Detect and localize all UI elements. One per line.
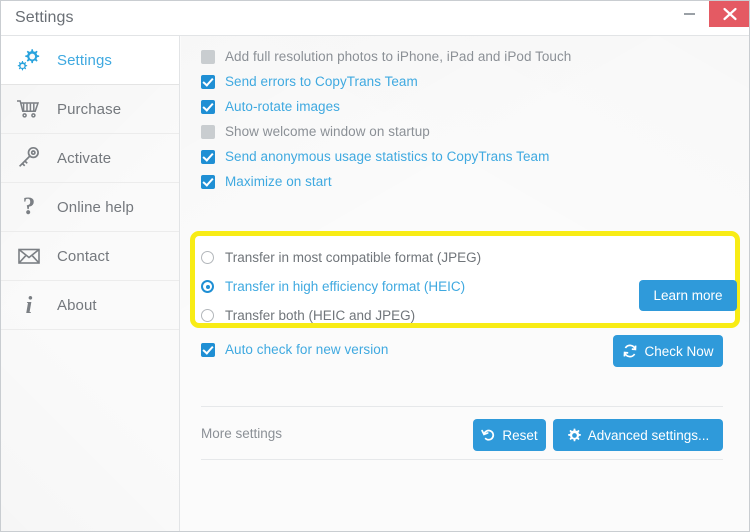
title-bar: Settings <box>1 1 749 36</box>
question-icon: ? <box>1 193 57 221</box>
window-title: Settings <box>15 9 74 26</box>
checkbox-label: Maximize on start <box>225 174 332 189</box>
sidebar-item-label: Settings <box>57 51 112 69</box>
checkbox-label: Auto check for new version <box>225 342 389 357</box>
svg-text:i: i <box>26 293 33 319</box>
sidebar-item-about[interactable]: i About <box>1 281 179 330</box>
checkbox-checked-icon[interactable] <box>201 174 215 189</box>
sidebar-item-label: Online help <box>57 198 134 216</box>
checkbox-row-auto-check[interactable]: Auto check for new version <box>201 342 388 357</box>
checkbox-unchecked-icon[interactable] <box>201 49 215 64</box>
reset-label: Reset <box>502 427 538 443</box>
minimize-icon <box>684 13 695 15</box>
sidebar-item-settings[interactable]: Settings <box>1 36 179 85</box>
close-icon <box>723 7 737 21</box>
gear-icon <box>1 46 57 74</box>
key-icon <box>1 145 57 171</box>
learn-more-button[interactable]: Learn more <box>639 280 737 311</box>
reset-button[interactable]: Reset <box>473 419 546 451</box>
checkbox-row-auto-rotate[interactable]: Auto-rotate images <box>201 94 731 119</box>
cart-icon <box>1 96 57 122</box>
checkbox-row-maximize-on-start[interactable]: Maximize on start <box>201 169 731 194</box>
sidebar-item-contact[interactable]: Contact <box>1 232 179 281</box>
advanced-settings-button[interactable]: Advanced settings... <box>553 419 723 451</box>
sidebar-nav: Settings Purchase Activate ? Online help… <box>1 36 179 330</box>
radio-selected-icon[interactable] <box>201 280 214 293</box>
sidebar-item-label: Contact <box>57 247 110 265</box>
checkbox-label: Send errors to CopyTrans Team <box>225 74 418 89</box>
undo-icon <box>481 429 495 441</box>
close-button[interactable] <box>709 1 749 27</box>
divider-top <box>201 406 723 407</box>
radio-row-jpeg[interactable]: Transfer in most compatible format (JPEG… <box>201 243 631 272</box>
checkbox-row-send-errors[interactable]: Send errors to CopyTrans Team <box>201 69 731 94</box>
svg-text:?: ? <box>23 193 36 220</box>
sidebar-item-purchase[interactable]: Purchase <box>1 85 179 134</box>
checkbox-unchecked-icon[interactable] <box>201 124 215 139</box>
gear-icon <box>567 428 581 441</box>
minimize-button[interactable] <box>669 1 709 27</box>
checkbox-checked-icon[interactable] <box>201 74 215 89</box>
checkbox-checked-icon[interactable] <box>201 342 215 357</box>
radio-label: Transfer both (HEIC and JPEG) <box>225 308 416 323</box>
sidebar-item-label: Activate <box>57 149 112 167</box>
sidebar-item-label: Purchase <box>57 100 122 118</box>
checkbox-row-welcome-window[interactable]: Show welcome window on startup <box>201 119 731 144</box>
more-settings-label: More settings <box>201 426 283 441</box>
checkbox-list: Add full resolution photos to iPhone, iP… <box>201 44 731 194</box>
checkbox-checked-icon[interactable] <box>201 99 215 114</box>
envelope-icon <box>1 244 57 268</box>
learn-more-label: Learn more <box>653 288 723 303</box>
radio-label: Transfer in most compatible format (JPEG… <box>225 250 482 265</box>
radio-row-heic[interactable]: Transfer in high efficiency format (HEIC… <box>201 272 631 301</box>
transfer-format-radio-group: Transfer in most compatible format (JPEG… <box>201 243 631 330</box>
checkbox-label: Add full resolution photos to iPhone, iP… <box>225 49 572 64</box>
sidebar-item-activate[interactable]: Activate <box>1 134 179 183</box>
advanced-settings-label: Advanced settings... <box>587 427 710 443</box>
checkbox-label: Show welcome window on startup <box>225 124 430 139</box>
transfer-format-highlight: Transfer in most compatible format (JPEG… <box>190 231 740 328</box>
radio-row-both[interactable]: Transfer both (HEIC and JPEG) <box>201 301 631 330</box>
checkbox-label: Auto-rotate images <box>225 99 340 114</box>
settings-content: Add full resolution photos to iPhone, iP… <box>181 36 749 531</box>
check-now-button[interactable]: Check Now <box>613 335 723 367</box>
refresh-icon <box>624 344 637 358</box>
radio-unselected-icon[interactable] <box>201 251 214 264</box>
check-now-label: Check Now <box>644 343 714 359</box>
sidebar-item-online-help[interactable]: ? Online help <box>1 183 179 232</box>
checkbox-row-usage-statistics[interactable]: Send anonymous usage statistics to CopyT… <box>201 144 731 169</box>
checkbox-label: Send anonymous usage statistics to CopyT… <box>225 149 550 164</box>
info-icon: i <box>1 291 57 319</box>
radio-unselected-icon[interactable] <box>201 309 214 322</box>
checkbox-row-full-resolution[interactable]: Add full resolution photos to iPhone, iP… <box>201 44 731 69</box>
settings-window: Settings Settings Purchase Activate ? On… <box>0 0 750 532</box>
divider-bottom <box>201 459 723 460</box>
sidebar: Settings Purchase Activate ? Online help… <box>1 36 180 531</box>
sidebar-item-label: About <box>57 296 97 314</box>
checkbox-checked-icon[interactable] <box>201 149 215 164</box>
radio-label: Transfer in high efficiency format (HEIC… <box>225 279 466 294</box>
